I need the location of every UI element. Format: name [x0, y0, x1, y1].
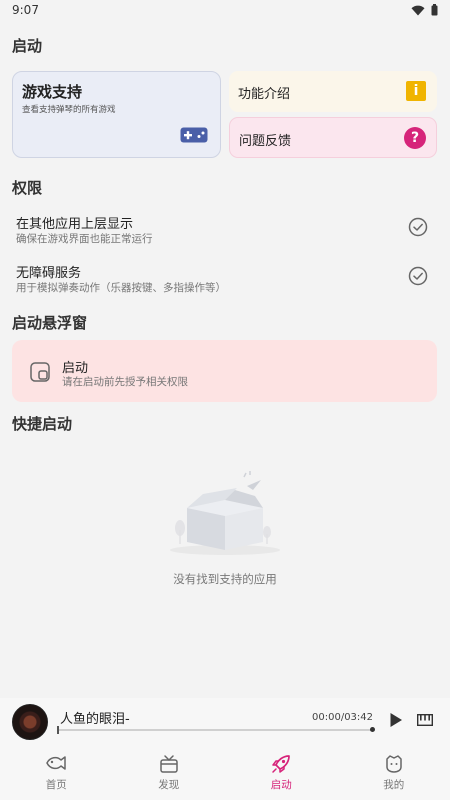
- progress-bar[interactable]: [57, 729, 373, 731]
- wifi-icon: [411, 5, 425, 15]
- game-support-title: 游戏支持: [22, 83, 83, 101]
- app-screen: 9:07 启动 游戏支持 查看支持弹琴的所有游戏 功能介绍 i 问题反馈 ? 权…: [0, 0, 450, 800]
- empty-box-illustration: [170, 471, 280, 555]
- feature-intro-card[interactable]: 功能介绍 i: [229, 71, 437, 112]
- floating-window-icon: [30, 362, 50, 382]
- fish-icon: [46, 756, 66, 770]
- progress-end-dot: [370, 727, 375, 732]
- nav-label-home: 首页: [45, 779, 67, 791]
- song-title: 人鱼的眼泪-: [60, 712, 130, 727]
- album-cover[interactable]: [12, 704, 48, 740]
- section-title-launch: 启动: [12, 37, 43, 55]
- battery-icon: [431, 4, 438, 16]
- mini-player[interactable]: 人鱼的眼泪- 00:00/03:42: [0, 698, 450, 746]
- rocket-icon: [272, 755, 291, 773]
- game-support-card[interactable]: 游戏支持 查看支持弹琴的所有游戏: [12, 71, 221, 158]
- permission-row-accessibility[interactable]: 无障碍服务 用于模拟弹奏动作（乐器按键、多指操作等）: [16, 262, 434, 298]
- permission-title: 无障碍服务: [16, 266, 82, 281]
- empty-state-text: 没有找到支持的应用: [173, 572, 277, 586]
- face-icon: [386, 755, 402, 773]
- status-bar: 9:07: [0, 0, 450, 22]
- section-title-permissions: 权限: [12, 179, 43, 197]
- feedback-card[interactable]: 问题反馈 ?: [229, 117, 437, 158]
- bottom-nav: 首页 发现 启动 我的: [0, 746, 450, 800]
- help-icon: ?: [404, 127, 426, 149]
- song-time: 00:00/03:42: [312, 712, 374, 723]
- nav-item-launch[interactable]: 启动: [225, 746, 338, 800]
- game-support-subtitle: 查看支持弹琴的所有游戏: [22, 105, 116, 115]
- info-icon: i: [406, 81, 426, 101]
- check-circle-icon[interactable]: [408, 266, 428, 286]
- progress-thumb[interactable]: [57, 726, 59, 734]
- float-card-subtitle: 请在启动前先授予相关权限: [62, 376, 188, 388]
- check-circle-icon[interactable]: [408, 217, 428, 237]
- section-title-quick-launch: 快捷启动: [12, 415, 73, 433]
- gamepad-icon: [180, 127, 208, 143]
- status-time: 9:07: [12, 3, 39, 17]
- nav-label-launch: 启动: [270, 779, 292, 791]
- nav-label-mine: 我的: [383, 779, 405, 791]
- nav-item-discover[interactable]: 发现: [113, 746, 226, 800]
- nav-item-mine[interactable]: 我的: [338, 746, 450, 800]
- permission-subtitle: 用于模拟弹奏动作（乐器按键、多指操作等）: [16, 282, 226, 294]
- feedback-label: 问题反馈: [239, 134, 292, 149]
- permission-title: 在其他应用上层显示: [16, 217, 134, 232]
- nav-label-discover: 发现: [158, 779, 180, 791]
- status-icons: [411, 4, 438, 16]
- permission-row-overlay[interactable]: 在其他应用上层显示 确保在游戏界面也能正常运行: [16, 213, 434, 249]
- gift-box-icon: [160, 755, 178, 773]
- permission-subtitle: 确保在游戏界面也能正常运行: [16, 233, 153, 245]
- play-icon[interactable]: [389, 712, 403, 728]
- nav-item-home[interactable]: 首页: [0, 746, 113, 800]
- section-title-floating-window: 启动悬浮窗: [12, 314, 88, 332]
- piano-keys-icon[interactable]: [417, 714, 433, 726]
- start-floating-window-card[interactable]: 启动 请在启动前先授予相关权限: [12, 340, 437, 402]
- feature-intro-label: 功能介绍: [238, 87, 291, 102]
